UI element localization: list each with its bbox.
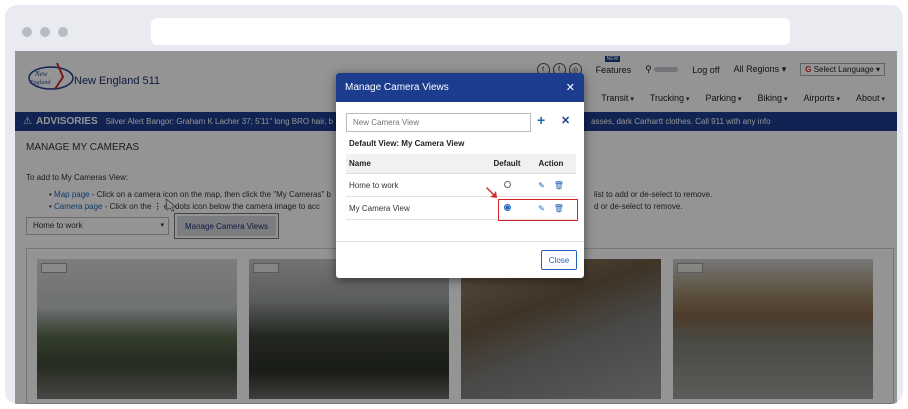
table-header: Name Default Action	[346, 154, 576, 174]
view-name: My Camera View	[349, 203, 410, 213]
default-view-label: Default View: My Camera View	[349, 139, 465, 148]
clear-icon[interactable]: ✕	[561, 114, 570, 127]
plus-icon[interactable]: +	[537, 112, 545, 128]
minimize-window-dot[interactable]	[40, 27, 50, 37]
window-controls	[22, 27, 68, 37]
edit-icon[interactable]: ✎	[538, 181, 545, 190]
trash-icon[interactable]: 🗑	[554, 181, 564, 190]
dialog-divider	[336, 241, 584, 242]
close-icon[interactable]: ✕	[566, 81, 575, 94]
highlight-annotation	[498, 199, 578, 221]
table-row: Home to work ✎ 🗑	[346, 174, 576, 197]
new-view-input[interactable]	[346, 113, 531, 132]
default-radio[interactable]	[503, 180, 511, 188]
column-default: Default	[493, 159, 521, 168]
manage-camera-views-dialog: Manage Camera Views ✕ + ✕ Default View: …	[336, 73, 584, 278]
close-button[interactable]: Close	[541, 250, 577, 270]
dialog-header: Manage Camera Views ✕	[336, 73, 584, 102]
red-arrow-icon	[486, 187, 497, 198]
column-action: Action	[538, 159, 564, 168]
dialog-title: Manage Camera Views	[345, 82, 449, 93]
page-viewport: New England New England 511 t f ◎ NEW Fe…	[15, 51, 897, 404]
close-window-dot[interactable]	[22, 27, 32, 37]
maximize-window-dot[interactable]	[58, 27, 68, 37]
browser-window: New England New England 511 t f ◎ NEW Fe…	[5, 5, 903, 404]
column-name: Name	[349, 159, 371, 168]
address-bar[interactable]	[151, 18, 790, 45]
view-name: Home to work	[349, 180, 399, 190]
